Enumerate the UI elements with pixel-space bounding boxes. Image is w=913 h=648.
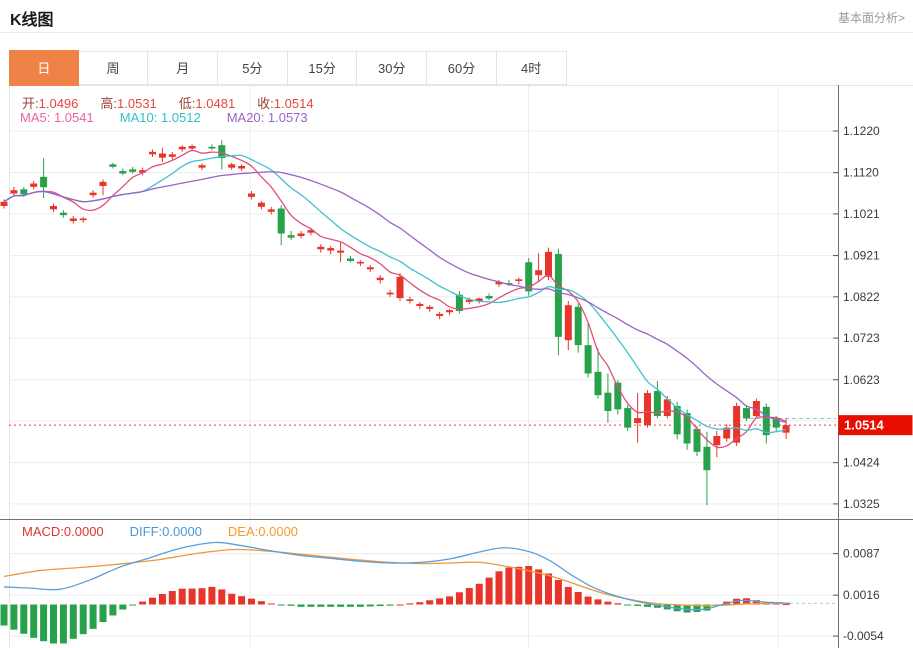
macd-info: MACD:0.0000DIFF:0.0000DEA:0.0000: [22, 524, 298, 539]
ma-item-2-value: 1.0573: [268, 110, 308, 125]
macd-item-1-label: DIFF:: [130, 524, 163, 539]
ohlc-item-0-label: 开:: [22, 96, 39, 111]
ohlc-item-1-label: 高:: [100, 96, 117, 111]
period-tab-month[interactable]: 月: [148, 51, 218, 85]
ohlc-item-3-value: 1.0514: [274, 96, 314, 111]
svg-text:1.0822: 1.0822: [843, 290, 880, 304]
macd-item-0-value: 0.0000: [64, 524, 104, 539]
svg-text:-0.0054: -0.0054: [843, 629, 884, 643]
svg-text:0.0087: 0.0087: [843, 547, 880, 561]
macd-item-2: DEA:0.0000: [228, 524, 298, 539]
ohlc-item-0-value: 1.0496: [39, 96, 79, 111]
ma-item-1-value: 1.0512: [161, 110, 201, 125]
svg-text:0.0016: 0.0016: [843, 588, 880, 602]
main-y-axis: 1.1220 1.1120 1.1021 1.0921 1.0822 1.0723 1.06…: [833, 124, 880, 511]
period-tabs: 日周月5分15分30分60分4时: [9, 51, 567, 86]
panel-borders: [0, 85, 913, 648]
period-tab-5min[interactable]: 5分: [218, 51, 288, 85]
ma-item-2-label: MA20:: [227, 110, 268, 125]
kline-page: K线图 基本面分析> 日周月5分15分30分60分4时 开:1.0496高:1.…: [0, 0, 913, 648]
ma-item-2: MA20: 1.0573: [227, 110, 308, 125]
svg-text:1.0623: 1.0623: [843, 373, 880, 387]
ma-item-1: MA10: 1.0512: [120, 110, 201, 125]
current-price-line: [9, 419, 838, 426]
svg-text:1.1220: 1.1220: [843, 124, 880, 138]
svg-text:1.0424: 1.0424: [843, 456, 880, 470]
period-tab-60min[interactable]: 60分: [427, 51, 497, 85]
ma-item-0-value: 1.0541: [54, 110, 94, 125]
ma-item-1-label: MA10:: [120, 110, 161, 125]
period-tab-15min[interactable]: 15分: [288, 51, 358, 85]
ma-item-0-label: MA5:: [20, 110, 54, 125]
svg-text:1.0723: 1.0723: [843, 331, 880, 345]
macd-lines: [4, 542, 836, 609]
period-tab-30min[interactable]: 30分: [357, 51, 427, 85]
period-tab-day[interactable]: 日: [9, 50, 79, 86]
macd-item-1-value: 0.0000: [162, 524, 202, 539]
macd-item-2-value: 0.0000: [258, 524, 298, 539]
period-tab-week[interactable]: 周: [79, 51, 149, 85]
period-tab-4hour[interactable]: 4时: [497, 51, 567, 85]
svg-text:1.0514: 1.0514: [844, 418, 885, 433]
ma-item-0: MA5: 1.0541: [20, 110, 94, 125]
svg-text:1.1120: 1.1120: [843, 166, 879, 180]
macd-item-0-label: MACD:: [22, 524, 64, 539]
macd-item-1: DIFF:0.0000: [130, 524, 202, 539]
ohlc-item-2-label: 低:: [179, 96, 196, 111]
macd-item-0: MACD:0.0000: [22, 524, 104, 539]
macd-y-axis: 0.0087 0.0016 -0.0054: [833, 547, 884, 643]
current-price-tag: 1.0514: [839, 415, 913, 435]
svg-text:1.0921: 1.0921: [843, 249, 880, 263]
svg-text:1.1021: 1.1021: [843, 207, 880, 221]
svg-text:1.0325: 1.0325: [843, 497, 880, 511]
ohlc-item-3-label: 收:: [257, 96, 274, 111]
ohlc-item-1-value: 1.0531: [117, 96, 157, 111]
macd-item-2-label: DEA:: [228, 524, 258, 539]
ma-info: MA5: 1.0541 MA10: 1.0512 MA20: 1.0573: [20, 110, 308, 125]
ohlc-item-2-value: 1.0481: [195, 96, 235, 111]
